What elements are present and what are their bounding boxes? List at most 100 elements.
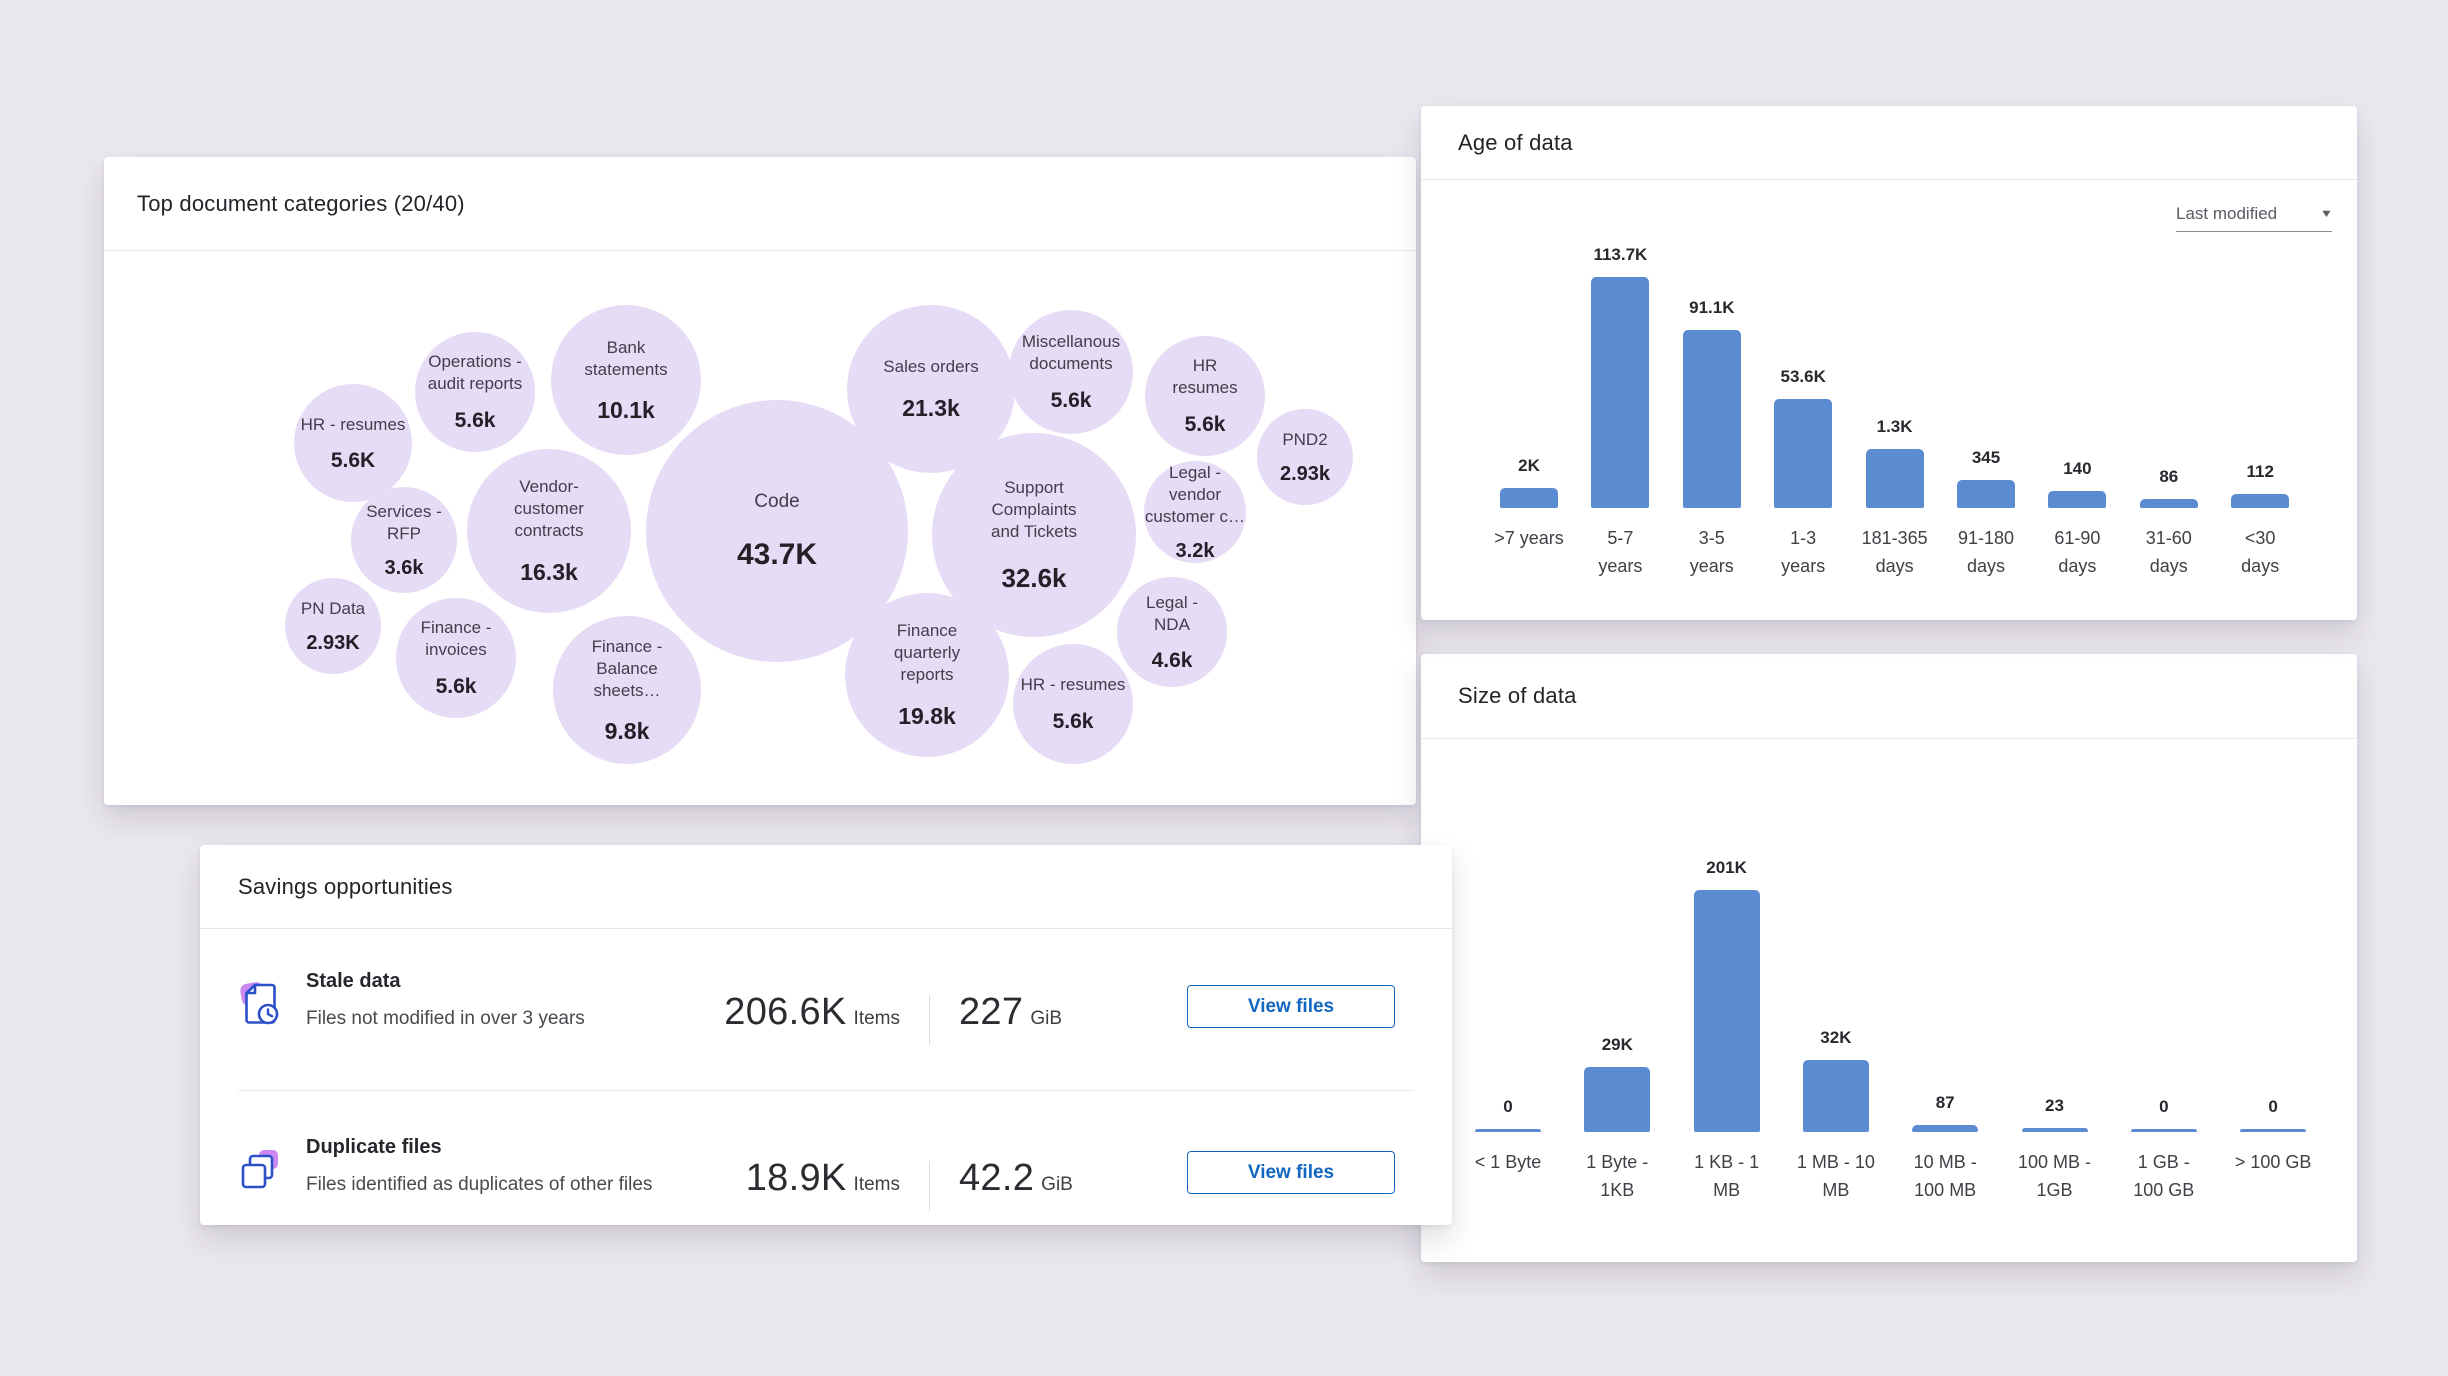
bar-value-label: 112 xyxy=(2190,460,2330,484)
items-count: 206.6K xyxy=(724,991,846,1033)
bubble-label: HR - resumes xyxy=(301,414,406,436)
bubble-value: 4.6k xyxy=(1152,649,1193,673)
duplicate-size-metric: 42.2GiB xyxy=(959,1157,1073,1200)
items-unit: Items xyxy=(854,1174,900,1195)
bubble-label: Finance -invoices xyxy=(421,617,492,661)
bar-31-60-days[interactable] xyxy=(2140,499,2198,508)
bubble-label: PND2 xyxy=(1282,429,1327,451)
bubble-label: Services -RFP xyxy=(366,501,442,545)
bar-30-days[interactable] xyxy=(2231,494,2289,508)
age-of-data-card: Age of data Last modified ▼ 2K>7 years11… xyxy=(1421,106,2357,620)
bubble-label: Vendor-customercontracts xyxy=(514,476,584,542)
bubble-legal-nda[interactable]: Legal -NDA 4.6k xyxy=(1117,577,1227,687)
stale-size-metric: 227GiB xyxy=(959,991,1062,1034)
bubble-label: Sales orders xyxy=(883,356,978,378)
card-title: Savings opportunities xyxy=(238,874,453,900)
bubble-miscellanous-documents[interactable]: Miscellanousdocuments 5.6k xyxy=(1009,310,1133,434)
bubble-value: 32.6k xyxy=(1001,563,1066,594)
view-duplicate-files-button[interactable]: View files xyxy=(1187,1151,1395,1194)
bubble-value: 43.7K xyxy=(737,538,817,572)
bubble-label: SupportComplaintsand Tickets xyxy=(991,477,1077,543)
bar-value-label: 1.3K xyxy=(1825,415,1965,439)
stale-data-clock-icon xyxy=(238,980,284,1030)
bar-7-years[interactable] xyxy=(1500,488,1558,508)
bubble-label: Legal -NDA xyxy=(1146,592,1198,636)
bubble-label: Legal -vendorcustomer c… xyxy=(1145,462,1245,528)
bubble-value: 3.6k xyxy=(385,557,424,580)
items-unit: Items xyxy=(854,1008,900,1029)
bar-1-byte-1kb[interactable] xyxy=(1584,1067,1650,1132)
bubble-vendor-customer-contracts[interactable]: Vendor-customercontracts 16.3k xyxy=(467,449,631,613)
bar-5-7-years[interactable] xyxy=(1591,277,1649,508)
size-of-data-card: Size of data 0< 1 Byte29K1 Byte -1KB201K… xyxy=(1421,654,2357,1262)
bubble-finance-quarterly-reports[interactable]: Financequarterlyreports 19.8k xyxy=(845,593,1009,757)
bubble-chart: HR - resumes 5.6K Operations -audit report… xyxy=(104,157,1416,805)
bubble-value: 9.8k xyxy=(605,718,650,745)
size-bar-chart: 0< 1 Byte29K1 Byte -1KB201K1 KB - 1MB32K… xyxy=(1421,654,2357,1262)
bubble-value: 5.6K xyxy=(331,449,375,473)
bubble-label: Code xyxy=(754,491,799,513)
bubble-value: 2.93K xyxy=(306,632,359,655)
bubble-label: HR - resumes xyxy=(1021,674,1126,696)
bar-value-label: 29K xyxy=(1547,1033,1687,1057)
size-count: 227 xyxy=(959,991,1023,1033)
bar-10-mb-100-mb[interactable] xyxy=(1912,1125,1978,1132)
bar-value-label: 0 xyxy=(1438,1095,1578,1119)
card-header: Savings opportunities xyxy=(200,845,1452,929)
bar-value-label: 91.1K xyxy=(1642,296,1782,320)
bubble-label: Miscellanousdocuments xyxy=(1022,331,1120,375)
duplicate-files-title: Duplicate files xyxy=(306,1136,442,1159)
bubble-hr-resumes[interactable]: HRresumes 5.6k xyxy=(1145,336,1265,456)
bubble-pn-data[interactable]: PN Data2.93K xyxy=(285,578,381,674)
bubble-finance-balance-sheets[interactable]: Finance -Balancesheets… 9.8k xyxy=(553,616,701,764)
savings-opportunities-card: Savings opportunities Stale data Files n… xyxy=(200,845,1452,1225)
bubble-legal-vendor-customer-c[interactable]: Legal -vendorcustomer c… 3.2k xyxy=(1144,461,1246,563)
bubble-value: 5.6k xyxy=(436,675,477,699)
bubble-value: 5.6k xyxy=(1185,413,1226,437)
bar-181-365-days[interactable] xyxy=(1866,449,1924,508)
bubble-pnd2[interactable]: PND2 2.93k xyxy=(1257,409,1353,505)
bubble-hr-resumes[interactable]: HR - resumes 5.6k xyxy=(1013,644,1133,764)
bar-1-byte[interactable] xyxy=(1475,1129,1541,1132)
bubble-value: 3.2k xyxy=(1176,540,1215,563)
stale-data-title: Stale data xyxy=(306,970,400,993)
bubble-finance-invoices[interactable]: Finance -invoices 5.6k xyxy=(396,598,516,718)
bubble-value: 19.8k xyxy=(898,703,956,730)
top-document-categories-card: Top document categories (20/40) HR - res… xyxy=(104,157,1416,805)
duplicate-items-metric: 18.9KItems xyxy=(530,1157,900,1200)
bubble-value: 5.6k xyxy=(455,409,496,433)
bubble-value: 21.3k xyxy=(902,395,960,422)
bar-value-label: 2K xyxy=(1459,454,1599,478)
bar-91-180-days[interactable] xyxy=(1957,480,2015,508)
metric-divider xyxy=(929,1161,930,1211)
bar-1-kb-1-mb[interactable] xyxy=(1694,890,1760,1132)
bubble-bank-statements[interactable]: Bankstatements10.1k xyxy=(551,305,701,455)
bubble-label: Bankstatements xyxy=(584,337,667,381)
bubble-label: Financequarterlyreports xyxy=(894,620,960,686)
stale-items-metric: 206.6K Items xyxy=(530,991,900,1034)
bubble-label: HRresumes xyxy=(1172,355,1237,399)
view-stale-files-button[interactable]: View files xyxy=(1187,985,1395,1028)
bar-value-label: 32K xyxy=(1766,1026,1906,1050)
bar-value-label: 113.7K xyxy=(1550,243,1690,267)
bubble-value: 16.3k xyxy=(520,559,578,586)
bar-1-gb-100-gb[interactable] xyxy=(2131,1129,2197,1132)
bubble-label: Finance -Balancesheets… xyxy=(592,636,663,702)
bar-value-label: 53.6K xyxy=(1733,365,1873,389)
bar-61-90-days[interactable] xyxy=(2048,491,2106,508)
bubble-services-rfp[interactable]: Services -RFP 3.6k xyxy=(351,487,457,593)
bar-1-mb-10-mb[interactable] xyxy=(1803,1060,1869,1132)
bubble-value: 5.6k xyxy=(1053,710,1094,734)
row-divider xyxy=(238,1090,1414,1091)
bar-category-label: <30days xyxy=(2190,524,2330,580)
bubble-hr-resumes[interactable]: HR - resumes 5.6K xyxy=(294,384,412,502)
bubble-operations-audit-reports[interactable]: Operations -audit reports5.6k xyxy=(415,332,535,452)
bubble-value: 5.6k xyxy=(1051,389,1092,413)
bar-1-3-years[interactable] xyxy=(1774,399,1832,508)
bar-100-gb[interactable] xyxy=(2240,1129,2306,1132)
bar-value-label: 201K xyxy=(1657,856,1797,880)
bar-100-mb-1gb[interactable] xyxy=(2022,1128,2088,1132)
bar-3-5-years[interactable] xyxy=(1683,330,1741,508)
bubble-value: 2.93k xyxy=(1280,463,1330,486)
bar-category-label: > 100 GB xyxy=(2203,1148,2343,1176)
